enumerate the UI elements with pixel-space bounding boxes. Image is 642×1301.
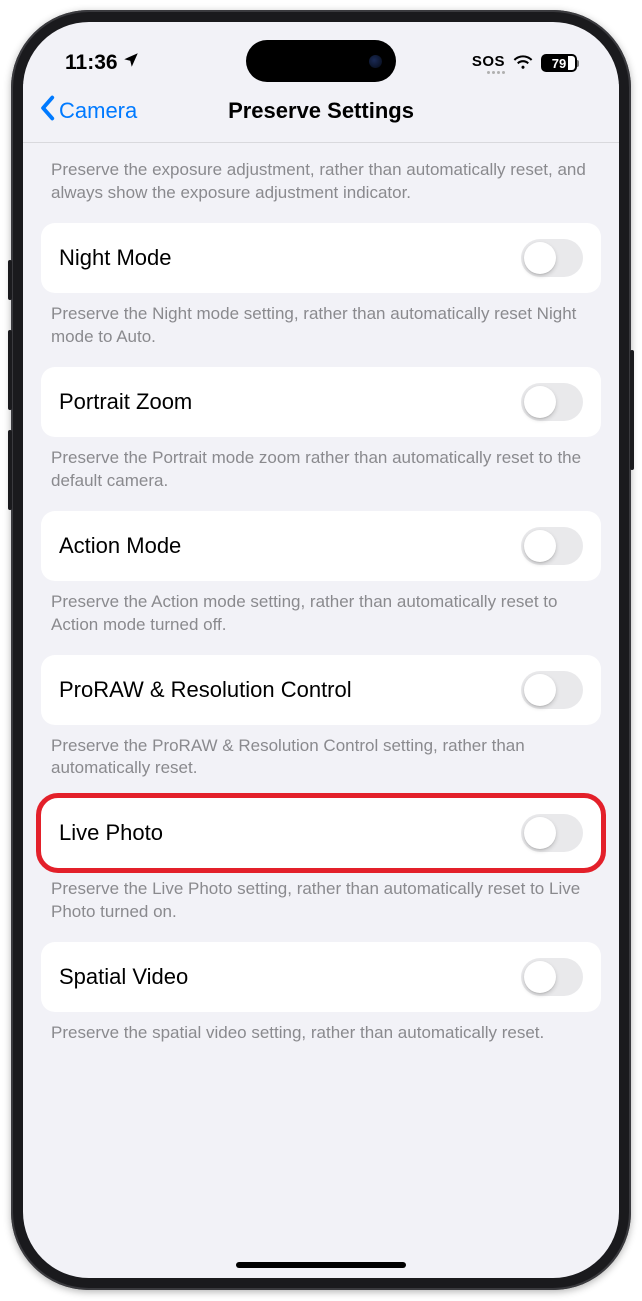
proraw-toggle[interactable] — [521, 671, 583, 709]
night-mode-footer: Preserve the Night mode setting, rather … — [23, 293, 619, 367]
live-photo-toggle[interactable] — [521, 814, 583, 852]
nav-bar: Camera Preserve Settings — [23, 84, 619, 143]
screen: 11:36 SOS 79 — [23, 22, 619, 1278]
status-left: 11:36 — [65, 51, 140, 75]
proraw-footer: Preserve the ProRAW & Resolution Control… — [23, 725, 619, 799]
toggle-knob — [524, 961, 556, 993]
settings-content[interactable]: Preserve the exposure adjustment, rather… — [23, 143, 619, 1278]
action-mode-footer: Preserve the Action mode setting, rather… — [23, 581, 619, 655]
portrait-zoom-label: Portrait Zoom — [59, 389, 192, 415]
mute-switch — [8, 260, 12, 300]
proraw-label: ProRAW & Resolution Control — [59, 677, 352, 703]
night-mode-toggle[interactable] — [521, 239, 583, 277]
location-icon — [122, 51, 140, 75]
front-camera-icon — [369, 55, 382, 68]
toggle-knob — [524, 674, 556, 706]
sos-text: SOS — [472, 53, 505, 70]
power-button — [630, 350, 634, 470]
back-label: Camera — [59, 98, 137, 124]
toggle-knob — [524, 530, 556, 562]
battery-indicator: 79 — [541, 54, 577, 72]
live-photo-row[interactable]: Live Photo — [41, 798, 601, 868]
spatial-video-row[interactable]: Spatial Video — [41, 942, 601, 1012]
sos-dots-icon — [472, 71, 505, 74]
toggle-knob — [524, 386, 556, 418]
action-mode-row[interactable]: Action Mode — [41, 511, 601, 581]
home-indicator[interactable] — [236, 1262, 406, 1268]
volume-down-button — [8, 430, 12, 510]
battery-fill — [568, 56, 575, 70]
action-mode-toggle[interactable] — [521, 527, 583, 565]
back-button[interactable]: Camera — [39, 95, 137, 127]
iphone-frame: 11:36 SOS 79 — [11, 10, 631, 1290]
spatial-video-footer: Preserve the spatial video setting, rath… — [23, 1012, 619, 1063]
live-photo-label: Live Photo — [59, 820, 163, 846]
spatial-video-label: Spatial Video — [59, 964, 188, 990]
portrait-zoom-toggle[interactable] — [521, 383, 583, 421]
status-right: SOS 79 — [472, 52, 577, 75]
proraw-row[interactable]: ProRAW & Resolution Control — [41, 655, 601, 725]
spatial-video-toggle[interactable] — [521, 958, 583, 996]
volume-up-button — [8, 330, 12, 410]
action-mode-label: Action Mode — [59, 533, 181, 559]
status-time: 11:36 — [65, 51, 118, 75]
dynamic-island — [246, 40, 396, 82]
live-photo-footer: Preserve the Live Photo setting, rather … — [23, 868, 619, 942]
chevron-left-icon — [39, 95, 55, 127]
night-mode-row[interactable]: Night Mode — [41, 223, 601, 293]
portrait-zoom-row[interactable]: Portrait Zoom — [41, 367, 601, 437]
toggle-knob — [524, 242, 556, 274]
sos-indicator: SOS — [472, 53, 505, 74]
wifi-icon — [512, 52, 534, 75]
battery-level: 79 — [552, 56, 566, 71]
exposure-footer: Preserve the exposure adjustment, rather… — [23, 149, 619, 223]
night-mode-label: Night Mode — [59, 245, 172, 271]
portrait-zoom-footer: Preserve the Portrait mode zoom rather t… — [23, 437, 619, 511]
page-title: Preserve Settings — [228, 98, 414, 124]
toggle-knob — [524, 817, 556, 849]
